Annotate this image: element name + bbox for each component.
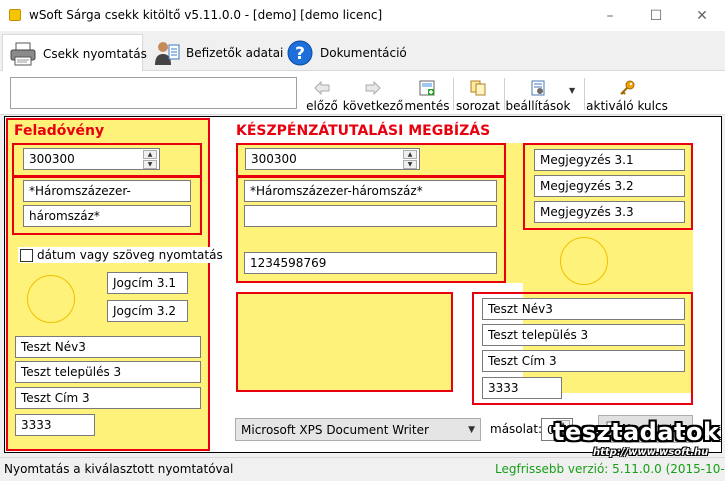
stamp-circle: [27, 275, 75, 323]
main-amount-words[interactable]: *Háromszázezer-háromszáz*: [244, 180, 497, 202]
arrow-right-icon: [364, 79, 382, 97]
printer-icon: [9, 40, 37, 68]
note-3[interactable]: Megjegyzés 3.3: [534, 201, 685, 223]
tab-label: Dokumentáció: [320, 45, 407, 60]
main-payer-city[interactable]: Teszt település 3: [482, 324, 685, 346]
stub-title-2[interactable]: Jogcím 3.2: [107, 300, 188, 322]
chevron-down-icon: ▼: [468, 424, 475, 435]
previous-button[interactable]: előző: [306, 75, 338, 113]
arrow-left-icon: [313, 79, 331, 97]
chevron-down-icon[interactable]: ▼: [569, 86, 575, 95]
stub-title-1[interactable]: Jogcím 3.1: [107, 272, 188, 294]
amount-spinner[interactable]: ▲ ▼: [143, 150, 157, 169]
main-heading: KÉSZPÉNZÁTUTALÁSI MEGBÍZÁS: [236, 123, 491, 139]
status-text: Nyomtatás a kiválasztott nyomtatóval: [4, 462, 234, 476]
main-payer-name[interactable]: Teszt Név3: [482, 298, 685, 320]
stub-amount-words-1[interactable]: *Háromszázezer-: [23, 180, 191, 202]
tab-label: Csekk nyomtatás: [43, 46, 147, 61]
settings-button[interactable]: beállítások: [506, 75, 570, 113]
stub-payer-address[interactable]: Teszt Cím 3: [15, 387, 201, 409]
date-checkbox[interactable]: [20, 248, 33, 262]
stub-amount-words-2[interactable]: háromszáz*: [23, 205, 191, 227]
app-icon: [9, 9, 21, 21]
amount-spinner[interactable]: ▲ ▼: [403, 150, 417, 169]
copies-icon: [469, 79, 487, 97]
save-icon: [418, 79, 436, 97]
key-icon: [618, 79, 636, 97]
stub-amount-input[interactable]: 300300 ▲ ▼: [23, 148, 160, 170]
watermark-text: tesztadatok: [553, 418, 720, 446]
stub-payer-city[interactable]: Teszt település 3: [15, 361, 201, 383]
stamp-area: [236, 292, 453, 392]
toolbar-separator: [453, 78, 454, 110]
tab-dokumentacio[interactable]: ? Dokumentáció: [280, 34, 407, 71]
close-button[interactable]: ✕: [679, 0, 725, 31]
activation-key-button[interactable]: aktiváló kulcs: [586, 75, 668, 113]
main-account-number[interactable]: 1234598769: [244, 252, 497, 274]
stub-heading: Feladóvény: [14, 123, 105, 139]
date-checkbox-row[interactable]: dátum vagy szöveg nyomtatás: [18, 247, 225, 263]
version-link[interactable]: Legfrissebb verzió: 5.11.0.0 (2015-10-18…: [495, 462, 725, 476]
main-payer-zip[interactable]: 3333: [482, 377, 562, 399]
settings-icon: [529, 79, 547, 97]
copies-label: másolat:: [490, 422, 543, 436]
printer-select[interactable]: Microsoft XPS Document Writer ▼: [235, 418, 481, 441]
stub-payer-name[interactable]: Teszt Név3: [15, 336, 201, 358]
note-2[interactable]: Megjegyzés 3.2: [534, 175, 685, 197]
next-button[interactable]: következő: [343, 75, 403, 113]
stub-payer-zip[interactable]: 3333: [15, 414, 95, 436]
main-payer-address[interactable]: Teszt Cím 3: [482, 350, 685, 372]
tab-csekk-nyomtatas[interactable]: Csekk nyomtatás: [2, 34, 147, 72]
svg-text:?: ?: [295, 44, 305, 64]
tab-befizetok-adatai[interactable]: Befizetők adatai: [146, 34, 283, 71]
toolbar-separator: [584, 78, 585, 110]
payer-select[interactable]: [10, 77, 297, 109]
save-button[interactable]: mentés: [404, 75, 450, 113]
series-button[interactable]: sorozat: [456, 75, 500, 113]
note-1[interactable]: Megjegyzés 3.1: [534, 149, 685, 171]
minimize-button[interactable]: –: [587, 0, 633, 31]
help-icon: ?: [286, 39, 314, 67]
stamp-circle: [560, 237, 608, 285]
watermark-url: http://www.wsoft.hu: [593, 447, 709, 458]
main-amount-input[interactable]: 300300 ▲ ▼: [245, 148, 420, 170]
person-icon: [152, 39, 180, 67]
main-amount-words-2[interactable]: [244, 205, 497, 227]
tab-label: Befizetők adatai: [186, 45, 284, 60]
maximize-button[interactable]: ☐: [633, 0, 679, 31]
window-title: wSoft Sárga csekk kitöltő v5.11.0.0 - [d…: [29, 8, 383, 22]
